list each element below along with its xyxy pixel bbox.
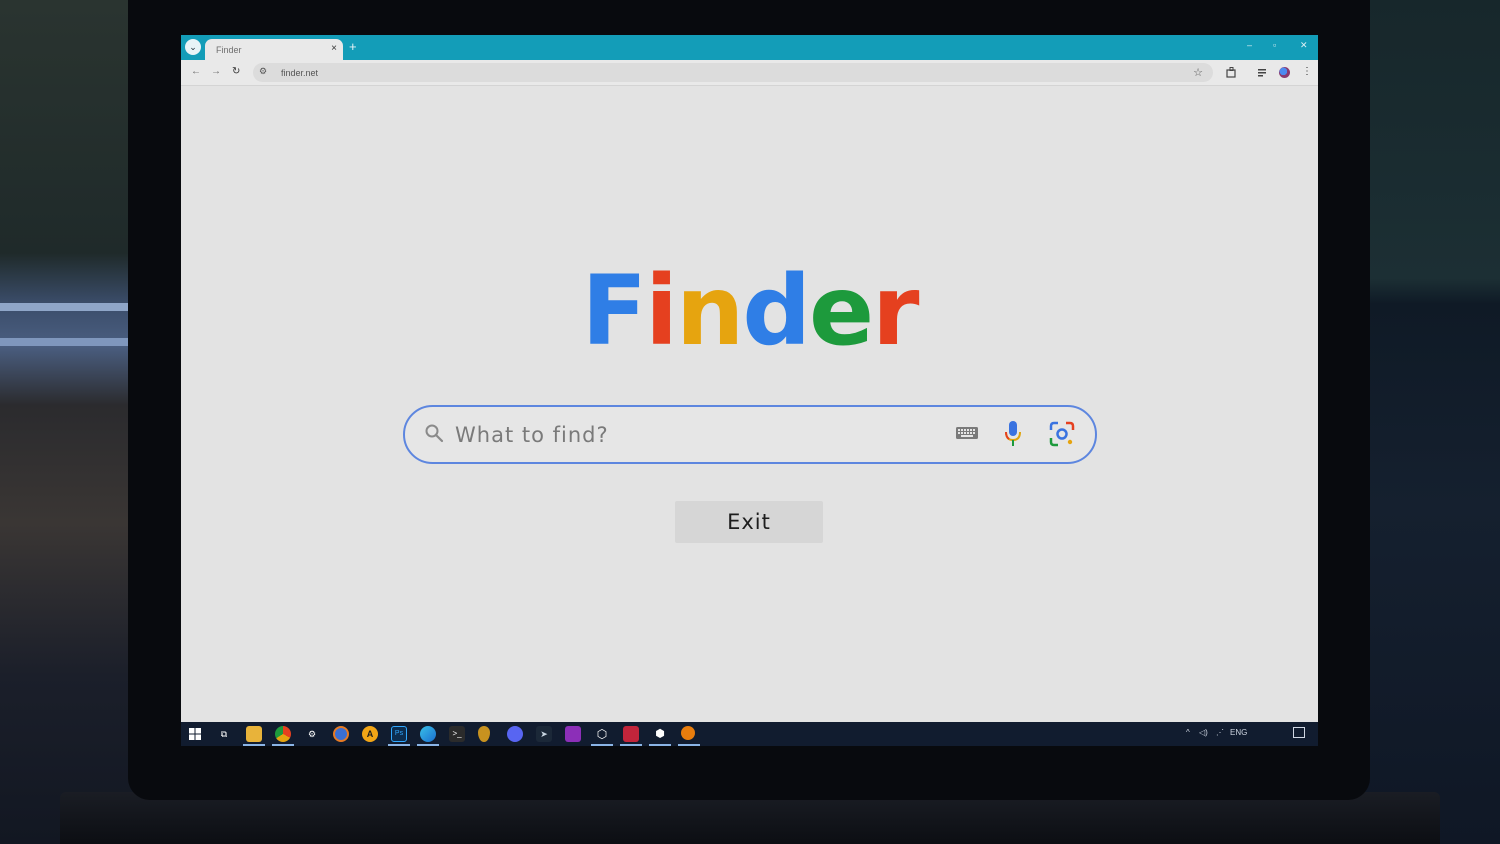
exit-button[interactable]: Exit <box>675 501 823 543</box>
browser-tab[interactable]: Finder × <box>205 39 343 60</box>
bookmark-star-icon[interactable]: ☆ <box>1193 66 1203 79</box>
taskbar: ⧉ ⚙ A Ps >_ ➤ ⬡ ⬢ ^ ◁) ⋰ ENG <box>181 722 1318 746</box>
task-view-icon[interactable]: ⧉ <box>216 726 232 742</box>
tab-search-icon[interactable]: ⌄ <box>185 39 201 55</box>
unity-icon[interactable]: ⬡ <box>594 726 610 742</box>
media-controls-icon[interactable] <box>1258 68 1269 77</box>
background-stripe <box>0 338 140 346</box>
active-indicator <box>388 744 410 746</box>
forward-icon[interactable]: → <box>211 66 221 78</box>
laptop-screen: ⌄ Finder × + – ▫ ✕ ← → ↻ ⚙ finder.net ☆ … <box>181 35 1318 746</box>
address-bar[interactable]: ⚙ finder.net ☆ <box>253 63 1213 82</box>
chevron-up-icon[interactable]: ^ <box>1186 728 1190 737</box>
wifi-icon[interactable]: ⋰ <box>1216 728 1224 737</box>
browser-toolbar: ← → ↻ ⚙ finder.net ☆ ⋮ <box>181 60 1318 86</box>
url-text: finder.net <box>281 68 319 78</box>
menu-kebab-icon[interactable]: ⋮ <box>1302 66 1312 78</box>
active-indicator <box>272 744 294 746</box>
chrome-icon[interactable] <box>275 726 291 742</box>
terminal-icon[interactable]: >_ <box>449 726 465 742</box>
discord-icon[interactable] <box>507 726 523 742</box>
active-indicator <box>417 744 439 746</box>
search-box[interactable] <box>403 405 1097 464</box>
blender-icon[interactable] <box>681 726 695 740</box>
active-indicator <box>649 744 671 746</box>
logo-letter: e <box>809 255 874 367</box>
active-indicator <box>620 744 642 746</box>
active-indicator <box>243 744 265 746</box>
page-content: Finder What to find? Exit <box>181 86 1318 720</box>
logo-letter: F <box>581 255 648 367</box>
reload-icon[interactable]: ↻ <box>232 66 240 78</box>
photoshop-icon[interactable]: Ps <box>391 726 407 742</box>
finder-logo: Finder <box>181 256 1318 366</box>
volume-icon[interactable]: ◁) <box>1199 728 1208 737</box>
search-input[interactable] <box>453 419 937 451</box>
extensions-icon[interactable] <box>1226 67 1237 78</box>
site-settings-icon[interactable]: ⚙ <box>259 66 267 77</box>
windows-start-icon[interactable] <box>189 728 201 740</box>
settings-app-icon[interactable]: ⬢ <box>652 726 668 742</box>
edge-icon[interactable] <box>420 726 436 742</box>
file-explorer-icon[interactable] <box>246 726 262 742</box>
close-icon[interactable]: ✕ <box>1300 40 1308 51</box>
notifications-icon[interactable] <box>1293 727 1305 738</box>
avast-icon[interactable]: A <box>362 726 378 742</box>
search-icon <box>425 424 444 443</box>
firefox-icon[interactable] <box>333 726 349 742</box>
tab-close-icon[interactable]: × <box>331 43 337 54</box>
microphone-icon[interactable] <box>1003 420 1023 448</box>
active-indicator <box>678 744 700 746</box>
steam-icon[interactable]: ➤ <box>536 726 552 742</box>
game-app-icon[interactable] <box>623 726 639 742</box>
back-icon[interactable]: ← <box>191 66 201 78</box>
visual-studio-icon[interactable] <box>565 726 581 742</box>
new-tab-icon[interactable]: + <box>349 39 357 54</box>
browser-tab-bar: ⌄ Finder × + – ▫ ✕ <box>181 35 1318 60</box>
language-indicator[interactable]: ENG <box>1230 728 1247 737</box>
logo-letter: i <box>645 255 678 367</box>
logo-letter: n <box>675 255 744 367</box>
active-indicator <box>591 744 613 746</box>
background-scenery-left <box>0 0 140 844</box>
background-stripe <box>0 303 140 311</box>
keyboard-icon[interactable] <box>955 425 979 441</box>
network-app-icon[interactable]: ⚙ <box>304 726 320 742</box>
lens-icon[interactable] <box>1049 421 1075 447</box>
background-scenery-right <box>1360 0 1500 844</box>
logo-letter: d <box>742 255 811 367</box>
logo-letter: r <box>872 255 919 367</box>
profile-avatar[interactable] <box>1279 67 1290 78</box>
security-shield-icon[interactable] <box>478 726 490 742</box>
maximize-icon[interactable]: ▫ <box>1273 40 1276 50</box>
tab-title: Finder <box>216 45 242 55</box>
minimize-icon[interactable]: – <box>1247 40 1252 50</box>
